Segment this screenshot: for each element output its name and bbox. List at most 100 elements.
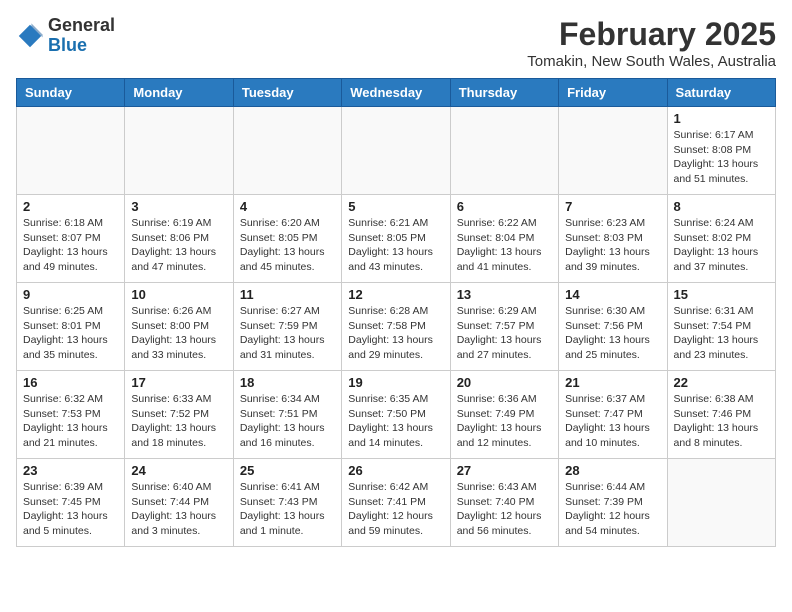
logo-text: General Blue — [48, 16, 115, 56]
calendar-cell: 2Sunrise: 6:18 AM Sunset: 8:07 PM Daylig… — [17, 195, 125, 283]
logo-general: General — [48, 15, 115, 35]
day-number: 14 — [565, 287, 660, 302]
week-row-4: 16 Sunrise: 6:32 AM Sunset: 7:53 PM Dayli… — [17, 371, 776, 459]
weekday-header-monday: Monday — [125, 79, 233, 107]
week-row-2: 2Sunrise: 6:18 AM Sunset: 8:07 PM Daylig… — [17, 195, 776, 283]
day-number: 4 — [240, 199, 335, 214]
weekday-header-tuesday: Tuesday — [233, 79, 341, 107]
day-number: 7 — [565, 199, 660, 214]
day-number: 9 — [23, 287, 118, 302]
calendar-cell: 20 Sunrise: 6:36 AM Sunset: 7:49 PM Dayli… — [450, 371, 558, 459]
calendar-cell: 17 Sunrise: 6:33 AM Sunset: 7:52 PM Dayli… — [125, 371, 233, 459]
day-info: Sunrise: 6:24 AM Sunset: 8:02 PM Dayligh… — [674, 216, 769, 275]
weekday-header-friday: Friday — [559, 79, 667, 107]
day-number: 3 — [131, 199, 226, 214]
calendar-cell: 21 Sunrise: 6:37 AM Sunset: 7:47 PM Dayli… — [559, 371, 667, 459]
weekday-header-sunday: Sunday — [17, 79, 125, 107]
day-info: Sunrise: 6:20 AM Sunset: 8:05 PM Dayligh… — [240, 216, 335, 275]
day-info: Sunrise: 6:34 AM Sunset: 7:51 PM Dayligh… — [240, 392, 335, 451]
weekday-header-row: SundayMondayTuesdayWednesdayThursdayFrid… — [17, 79, 776, 107]
day-info: Sunrise: 6:37 AM Sunset: 7:47 PM Dayligh… — [565, 392, 660, 451]
page-header: General Blue February 2025 Tomakin, New … — [16, 16, 776, 70]
calendar-cell: 14 Sunrise: 6:30 AM Sunset: 7:56 PM Dayli… — [559, 283, 667, 371]
calendar-cell: 6Sunrise: 6:22 AM Sunset: 8:04 PM Daylig… — [450, 195, 558, 283]
calendar-cell — [559, 107, 667, 195]
calendar-cell: 24 Sunrise: 6:40 AM Sunset: 7:44 PM Dayli… — [125, 459, 233, 547]
day-number: 21 — [565, 375, 660, 390]
day-info: Sunrise: 6:32 AM Sunset: 7:53 PM Dayligh… — [23, 392, 118, 451]
day-number: 5 — [348, 199, 443, 214]
calendar-cell — [450, 107, 558, 195]
day-info: Sunrise: 6:44 AM Sunset: 7:39 PM Dayligh… — [565, 480, 660, 539]
calendar-cell — [233, 107, 341, 195]
calendar-cell: 4 Sunrise: 6:20 AM Sunset: 8:05 PM Daylig… — [233, 195, 341, 283]
calendar-cell: 1Sunrise: 6:17 AM Sunset: 8:08 PM Daylig… — [667, 107, 775, 195]
calendar-cell: 16 Sunrise: 6:32 AM Sunset: 7:53 PM Dayli… — [17, 371, 125, 459]
weekday-header-saturday: Saturday — [667, 79, 775, 107]
month-year: February 2025 — [527, 16, 776, 53]
calendar-cell: 27Sunrise: 6:43 AM Sunset: 7:40 PM Dayli… — [450, 459, 558, 547]
calendar-cell — [125, 107, 233, 195]
day-number: 24 — [131, 463, 226, 478]
day-info: Sunrise: 6:27 AM Sunset: 7:59 PM Dayligh… — [240, 304, 335, 363]
day-number: 28 — [565, 463, 660, 478]
day-number: 23 — [23, 463, 118, 478]
day-number: 15 — [674, 287, 769, 302]
calendar-cell: 15 Sunrise: 6:31 AM Sunset: 7:54 PM Dayli… — [667, 283, 775, 371]
day-number: 25 — [240, 463, 335, 478]
calendar-cell: 7 Sunrise: 6:23 AM Sunset: 8:03 PM Daylig… — [559, 195, 667, 283]
calendar-cell: 3 Sunrise: 6:19 AM Sunset: 8:06 PM Daylig… — [125, 195, 233, 283]
calendar-cell: 19Sunrise: 6:35 AM Sunset: 7:50 PM Dayli… — [342, 371, 450, 459]
day-info: Sunrise: 6:28 AM Sunset: 7:58 PM Dayligh… — [348, 304, 443, 363]
day-info: Sunrise: 6:23 AM Sunset: 8:03 PM Dayligh… — [565, 216, 660, 275]
day-info: Sunrise: 6:42 AM Sunset: 7:41 PM Dayligh… — [348, 480, 443, 539]
day-info: Sunrise: 6:36 AM Sunset: 7:49 PM Dayligh… — [457, 392, 552, 451]
day-number: 16 — [23, 375, 118, 390]
day-info: Sunrise: 6:38 AM Sunset: 7:46 PM Dayligh… — [674, 392, 769, 451]
day-info: Sunrise: 6:19 AM Sunset: 8:06 PM Dayligh… — [131, 216, 226, 275]
day-info: Sunrise: 6:41 AM Sunset: 7:43 PM Dayligh… — [240, 480, 335, 539]
calendar-cell: 22 Sunrise: 6:38 AM Sunset: 7:46 PM Dayli… — [667, 371, 775, 459]
calendar-cell: 11 Sunrise: 6:27 AM Sunset: 7:59 PM Dayli… — [233, 283, 341, 371]
day-info: Sunrise: 6:40 AM Sunset: 7:44 PM Dayligh… — [131, 480, 226, 539]
calendar-cell: 9Sunrise: 6:25 AM Sunset: 8:01 PM Daylig… — [17, 283, 125, 371]
calendar-cell — [667, 459, 775, 547]
logo-icon — [16, 22, 44, 50]
week-row-3: 9Sunrise: 6:25 AM Sunset: 8:01 PM Daylig… — [17, 283, 776, 371]
day-number: 22 — [674, 375, 769, 390]
day-info: Sunrise: 6:18 AM Sunset: 8:07 PM Dayligh… — [23, 216, 118, 275]
calendar-cell: 5 Sunrise: 6:21 AM Sunset: 8:05 PM Daylig… — [342, 195, 450, 283]
day-info: Sunrise: 6:31 AM Sunset: 7:54 PM Dayligh… — [674, 304, 769, 363]
day-number: 27 — [457, 463, 552, 478]
day-number: 26 — [348, 463, 443, 478]
calendar-table: SundayMondayTuesdayWednesdayThursdayFrid… — [16, 78, 776, 547]
day-number: 8 — [674, 199, 769, 214]
day-number: 18 — [240, 375, 335, 390]
calendar-cell: 18 Sunrise: 6:34 AM Sunset: 7:51 PM Dayli… — [233, 371, 341, 459]
day-info: Sunrise: 6:21 AM Sunset: 8:05 PM Dayligh… — [348, 216, 443, 275]
calendar-cell: 13Sunrise: 6:29 AM Sunset: 7:57 PM Dayli… — [450, 283, 558, 371]
calendar-cell: 23 Sunrise: 6:39 AM Sunset: 7:45 PM Dayli… — [17, 459, 125, 547]
calendar-cell: 8 Sunrise: 6:24 AM Sunset: 8:02 PM Daylig… — [667, 195, 775, 283]
weekday-header-thursday: Thursday — [450, 79, 558, 107]
day-number: 17 — [131, 375, 226, 390]
day-number: 12 — [348, 287, 443, 302]
day-number: 11 — [240, 287, 335, 302]
day-number: 19 — [348, 375, 443, 390]
day-number: 1 — [674, 111, 769, 126]
weekday-header-wednesday: Wednesday — [342, 79, 450, 107]
logo-blue: Blue — [48, 35, 87, 55]
calendar-cell: 12 Sunrise: 6:28 AM Sunset: 7:58 PM Dayli… — [342, 283, 450, 371]
day-info: Sunrise: 6:33 AM Sunset: 7:52 PM Dayligh… — [131, 392, 226, 451]
calendar-cell: 26 Sunrise: 6:42 AM Sunset: 7:41 PM Dayli… — [342, 459, 450, 547]
calendar-cell: 25 Sunrise: 6:41 AM Sunset: 7:43 PM Dayli… — [233, 459, 341, 547]
location: Tomakin, New South Wales, Australia — [527, 53, 776, 70]
day-number: 20 — [457, 375, 552, 390]
calendar-cell — [17, 107, 125, 195]
day-info: Sunrise: 6:39 AM Sunset: 7:45 PM Dayligh… — [23, 480, 118, 539]
day-info: Sunrise: 6:30 AM Sunset: 7:56 PM Dayligh… — [565, 304, 660, 363]
day-number: 10 — [131, 287, 226, 302]
calendar-cell: 28 Sunrise: 6:44 AM Sunset: 7:39 PM Dayli… — [559, 459, 667, 547]
week-row-1: 1Sunrise: 6:17 AM Sunset: 8:08 PM Daylig… — [17, 107, 776, 195]
day-info: Sunrise: 6:26 AM Sunset: 8:00 PM Dayligh… — [131, 304, 226, 363]
